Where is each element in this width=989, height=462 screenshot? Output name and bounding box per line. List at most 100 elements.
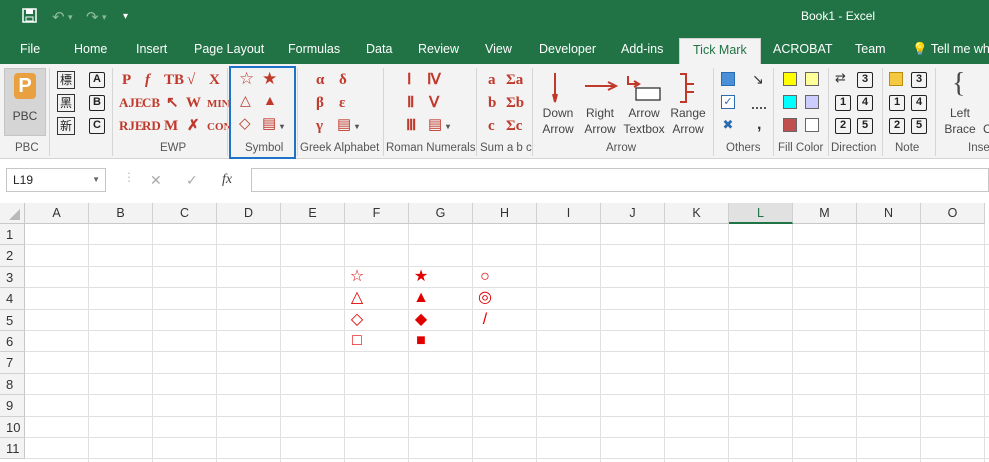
direction-4-button[interactable]: 4 [857, 95, 873, 111]
epsilon-icon[interactable]: ε [339, 94, 345, 112]
fill-cyan-swatch[interactable] [783, 95, 797, 109]
fill-lavender-swatch[interactable] [805, 95, 819, 109]
roman-1-icon[interactable]: Ⅰ [407, 71, 411, 89]
tab-add-ins[interactable]: Add-ins [621, 42, 663, 56]
row-header-11[interactable]: 11 [0, 438, 25, 460]
arrow-textbox-button[interactable]: Arrow Textbox [622, 68, 666, 140]
tab-review[interactable]: Review [418, 42, 459, 56]
table-icon[interactable] [721, 72, 735, 86]
fill-none-swatch[interactable] [805, 118, 819, 132]
row-header-7[interactable]: 7 [0, 352, 25, 374]
tell-me-box[interactable]: 💡 Tell me wha [912, 42, 989, 57]
tab-page-layout[interactable]: Page Layout [194, 42, 264, 56]
tab-insert[interactable]: Insert [136, 42, 167, 56]
column-header-c[interactable]: C [153, 203, 217, 224]
direction-2-button[interactable]: 2 [835, 118, 851, 134]
sigma-c-icon[interactable]: Σc [506, 117, 522, 135]
tab-view[interactable]: View [485, 42, 512, 56]
insert-function-icon[interactable]: fx [222, 172, 232, 188]
kanji-button-3[interactable]: 新 [57, 117, 75, 135]
roman-3-icon[interactable]: Ⅲ [406, 117, 416, 135]
note-3-button[interactable]: 3 [911, 72, 927, 88]
row-header-8[interactable]: 8 [0, 373, 25, 396]
beta-icon[interactable]: β [316, 94, 324, 112]
column-header-a[interactable]: A [25, 203, 89, 224]
save-icon[interactable] [22, 8, 37, 27]
ewp-rje-icon[interactable]: RJE [119, 117, 144, 135]
tab-team[interactable]: Team [855, 42, 886, 56]
note-1-button[interactable]: 1 [889, 95, 905, 111]
x-mark-icon[interactable]: ✖ [721, 118, 735, 132]
cell-f4-tick-mark[interactable]: △ [346, 288, 368, 308]
cell-f3-tick-mark[interactable]: ☆ [346, 267, 368, 287]
ewp-tb-icon[interactable]: TB [164, 71, 184, 89]
kanji-button-1[interactable]: 標 [57, 71, 75, 89]
column-header-h[interactable]: H [473, 203, 537, 224]
boxed-b-button[interactable]: B [89, 95, 105, 111]
undo-dropdown-icon[interactable]: ▾ [68, 12, 73, 23]
tab-acrobat[interactable]: ACROBAT [773, 42, 833, 56]
direction-arrows-icon[interactable]: ⇄ [835, 70, 846, 86]
note-5-button[interactable]: 5 [911, 118, 927, 134]
sum-b-icon[interactable]: b [488, 94, 496, 112]
column-header-o[interactable]: O [921, 203, 985, 224]
tab-formulas[interactable]: Formulas [288, 42, 340, 56]
column-header-d[interactable]: D [217, 203, 281, 224]
sigma-a-icon[interactable]: Σa [506, 71, 523, 89]
sigma-b-icon[interactable]: Σb [506, 94, 524, 112]
row-header-2[interactable]: 2 [0, 245, 25, 267]
column-header-n[interactable]: N [857, 203, 921, 224]
column-header-b[interactable]: B [89, 203, 153, 224]
insert-next-button-label[interactable]: C [983, 122, 989, 137]
ewp-x-icon[interactable]: X [209, 71, 220, 89]
row-header-4[interactable]: 4 [0, 288, 25, 310]
cell-g4-tick-mark[interactable]: ▲ [410, 288, 432, 308]
ewp-rd-icon[interactable]: RD [142, 117, 161, 135]
alpha-icon[interactable]: α [316, 71, 324, 89]
delta-icon[interactable]: δ [339, 71, 347, 89]
kanji-button-2[interactable]: 黑 [57, 94, 75, 112]
tab-home[interactable]: Home [74, 42, 107, 56]
ewp-cross-icon[interactable]: ✗ [187, 117, 200, 135]
redo-dropdown-icon[interactable]: ▾ [102, 12, 107, 23]
ewp-check-icon[interactable]: √ [187, 71, 195, 89]
cell-g6-tick-mark[interactable]: ■ [410, 331, 432, 351]
direction-3-button[interactable]: 3 [857, 72, 873, 88]
fill-yellow-swatch[interactable] [783, 72, 797, 86]
ewp-cb-icon[interactable]: CB [142, 94, 160, 112]
roman-dropdown-icon[interactable]: ▾ [446, 118, 450, 136]
tab-developer[interactable]: Developer [539, 42, 596, 56]
greek-dropdown-icon[interactable]: ▾ [355, 118, 359, 136]
cell-g3-tick-mark[interactable]: ★ [410, 267, 432, 287]
name-box-dropdown-icon[interactable]: ▼ [92, 175, 100, 184]
tab-data[interactable]: Data [366, 42, 392, 56]
greek-gallery-icon[interactable]: ▤ [337, 116, 351, 134]
select-all-corner[interactable] [0, 203, 25, 224]
redo-icon[interactable]: ↷ [86, 8, 99, 26]
fill-red-swatch[interactable] [783, 118, 797, 132]
enter-icon[interactable]: ✓ [186, 172, 198, 189]
ewp-aje-icon[interactable]: AJE [119, 94, 144, 112]
column-header-e[interactable]: E [281, 203, 345, 224]
undo-icon[interactable]: ↶ [52, 8, 65, 26]
gamma-icon[interactable]: γ [316, 117, 323, 135]
ewp-f-icon[interactable]: f [145, 71, 150, 89]
row-header-3[interactable]: 3 [0, 266, 25, 289]
boxed-a-button[interactable]: A [89, 72, 105, 88]
sum-a-icon[interactable]: a [488, 71, 496, 89]
note-4-button[interactable]: 4 [911, 95, 927, 111]
right-arrow-button[interactable]: Right Arrow [580, 68, 620, 140]
row-header-9[interactable]: 9 [0, 395, 25, 417]
comma-icon[interactable]: , [757, 116, 761, 134]
cell-g5-tick-mark[interactable]: ◆ [410, 310, 432, 330]
cancel-icon[interactable]: ✕ [150, 172, 162, 189]
cell-f5-tick-mark[interactable]: ◇ [346, 310, 368, 330]
note-2-button[interactable]: 2 [889, 118, 905, 134]
down-arrow-button[interactable]: Down Arrow [538, 68, 578, 140]
tab-tick-mark[interactable]: Tick Mark [679, 38, 761, 64]
tab-file[interactable]: File [20, 42, 40, 56]
column-header-j[interactable]: J [601, 203, 665, 224]
roman-4-icon[interactable]: Ⅳ [427, 71, 441, 89]
column-header-g[interactable]: G [409, 203, 473, 224]
customize-icon[interactable]: ▾ [123, 11, 128, 22]
